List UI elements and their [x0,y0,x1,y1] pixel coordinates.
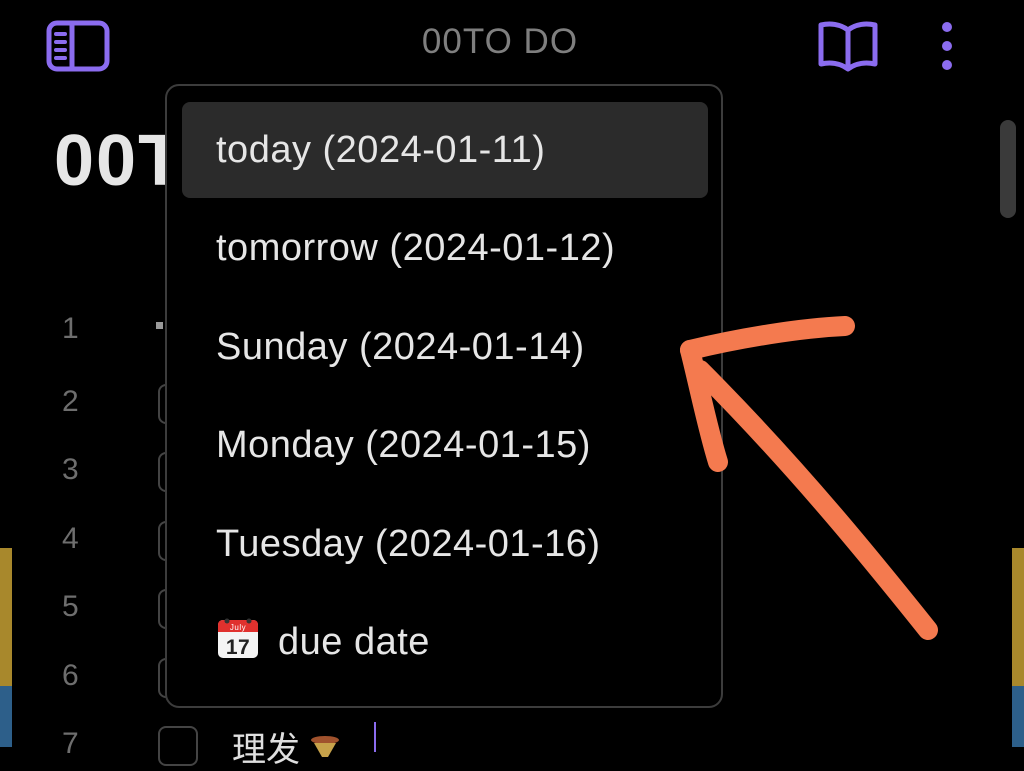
side-strip [0,686,12,747]
calendar-month: July [230,623,246,632]
date-suggestion-menu: today (2024-01-11) tomorrow (2024-01-12)… [165,84,723,708]
list-bullet [156,322,163,329]
book-open-icon[interactable] [818,18,878,74]
top-bar: 00TO DO [0,0,1024,90]
suggestion-today[interactable]: today (2024-01-11) [182,102,708,198]
line-number: 1 [62,312,79,345]
suggestion-tomorrow[interactable]: tomorrow (2024-01-12) [182,200,708,296]
line-number: 4 [62,522,79,555]
suggestion-monday[interactable]: Monday (2024-01-15) [182,397,708,493]
hourglass-icon [311,736,340,757]
more-vertical-icon[interactable] [936,20,958,72]
suggestion-tuesday[interactable]: Tuesday (2024-01-16) [182,496,708,592]
text-cursor [374,722,376,752]
calendar-day: 17 [226,636,250,659]
task-checkbox[interactable] [158,726,198,766]
line-number: 2 [62,385,79,418]
window-title: 00TO DO [421,22,579,61]
line-number: 7 [62,727,79,760]
line-number: 6 [62,659,79,692]
line-number: 5 [62,590,79,623]
side-strip [0,548,12,686]
sidebar-toggle-icon[interactable] [46,20,110,72]
suggestion-due-date[interactable]: July 17 due date [182,594,708,690]
line-number: 3 [62,453,79,486]
calendar-icon: July 17 [218,618,258,659]
suggestion-sunday[interactable]: Sunday (2024-01-14) [182,299,708,395]
side-strip [1012,548,1024,686]
task-text-label: 理发 [232,731,300,769]
scrollbar[interactable] [1000,120,1016,218]
side-strip [1012,686,1024,747]
due-date-label: due date [278,621,430,663]
